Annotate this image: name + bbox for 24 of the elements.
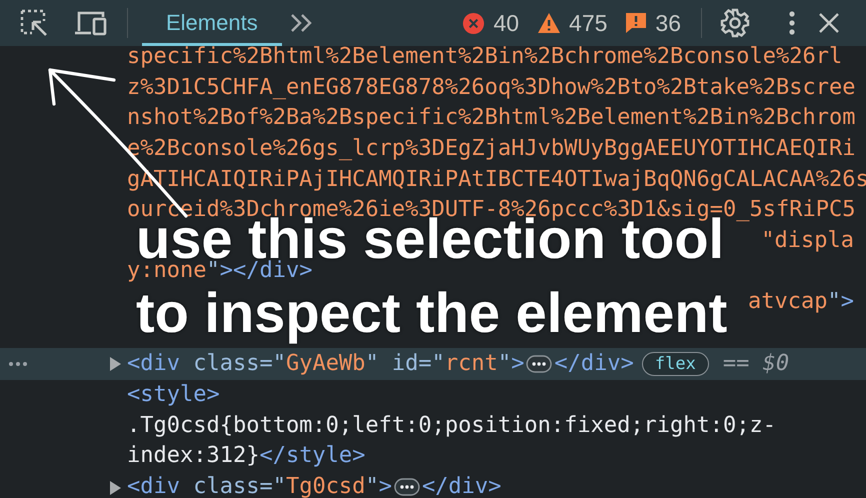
expand-arrow-icon[interactable] [110, 356, 121, 371]
device-toolbar-icon[interactable] [73, 10, 107, 36]
count-label: 475 [569, 10, 608, 36]
elements-tab[interactable]: Elements [142, 0, 282, 46]
more-icon[interactable] [8, 360, 28, 367]
more-tabs-icon[interactable] [290, 13, 314, 33]
settings-icon[interactable] [720, 8, 750, 38]
code-text: atvcap"> [748, 294, 854, 310]
menu-icon[interactable] [788, 10, 796, 36]
selected-row[interactable]: <div class="GyAeWb" id="rcnt"> </div> flex == $0 [0, 348, 866, 380]
error-icon[interactable] [462, 12, 486, 34]
close-icon[interactable] [818, 12, 840, 34]
expand-arrow-icon[interactable] [110, 480, 121, 495]
warning-icon[interactable] [537, 12, 562, 34]
code-text: </div> [554, 356, 634, 372]
collapsed-content-icon[interactable] [394, 478, 420, 496]
flex-badge[interactable]: flex [642, 352, 709, 376]
annotation-text: to inspect the element [136, 281, 728, 346]
collapsed-content-icon[interactable] [526, 354, 552, 373]
node-reference: == $0 [722, 351, 790, 376]
count-label: 40 [493, 10, 520, 36]
count-label: 36 [655, 10, 681, 36]
issue-icon[interactable] [625, 12, 648, 34]
annotation-text: use this selection tool [136, 219, 724, 258]
